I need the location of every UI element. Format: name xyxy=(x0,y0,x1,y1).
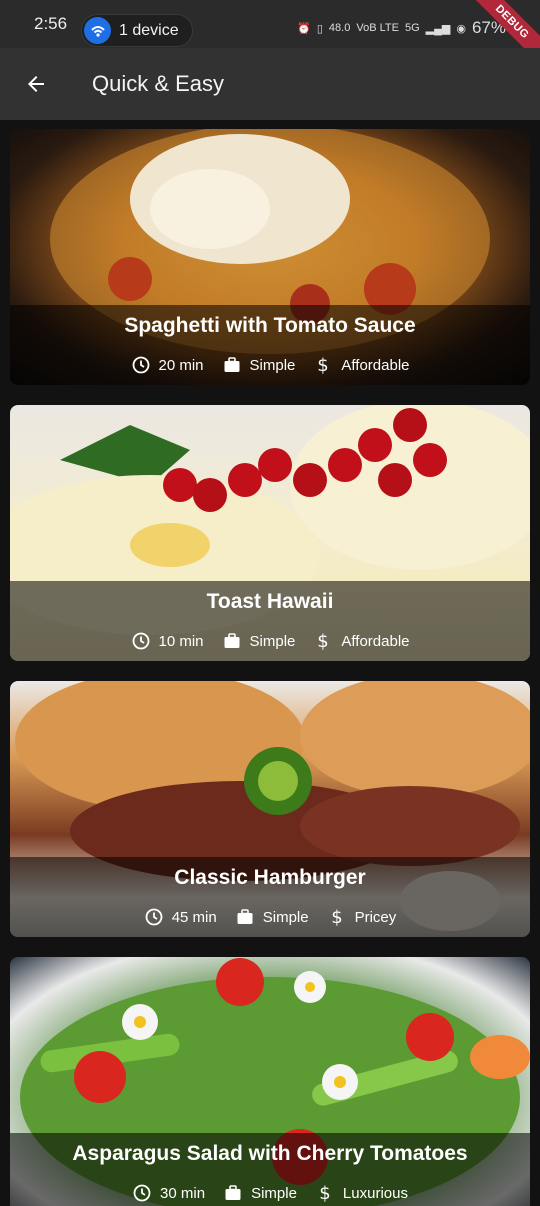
attach-money-icon: $ xyxy=(315,1183,335,1203)
meal-duration-text: 20 min xyxy=(158,356,204,374)
meal-title: Classic Hamburger xyxy=(174,866,366,889)
battery-ring-icon: ◉ xyxy=(456,22,466,35)
svg-text:$: $ xyxy=(319,1183,330,1203)
meal-affordability-text: Affordable xyxy=(341,356,410,374)
meal-complexity: Simple xyxy=(235,907,309,927)
svg-text:$: $ xyxy=(331,907,342,927)
meal-duration-text: 30 min xyxy=(160,1184,206,1202)
signal-icon: ▂▄▆ xyxy=(425,22,451,35)
meal-card[interactable]: Toast Hawaii 10 min Simple $ Affordable xyxy=(10,405,530,661)
meal-complexity-text: Simple xyxy=(262,908,309,926)
meal-complexity: Simple xyxy=(223,1183,297,1203)
meal-complexity: Simple xyxy=(222,355,296,375)
meal-complexity-text: Simple xyxy=(249,356,296,374)
page-title: Quick & Easy xyxy=(92,71,225,96)
attach-money-icon: $ xyxy=(313,631,333,651)
meal-title: Toast Hawaii xyxy=(206,590,334,613)
work-icon xyxy=(222,355,242,375)
work-icon xyxy=(222,631,242,651)
meal-meta: 30 min Simple $ Luxurious xyxy=(10,1183,530,1203)
meal-title: Asparagus Salad with Cherry Tomatoes xyxy=(72,1142,468,1165)
meal-list: Spaghetti with Tomato Sauce 20 min Simpl… xyxy=(10,129,530,1206)
meal-complexity-text: Simple xyxy=(251,1184,297,1202)
meal-affordability-text: Luxurious xyxy=(342,1184,408,1202)
meal-duration: 10 min xyxy=(131,631,204,651)
connected-device-chip[interactable]: 1 device xyxy=(81,14,193,47)
meal-complexity: Simple xyxy=(222,631,296,651)
meal-affordability: $ Luxurious xyxy=(315,1183,408,1203)
meal-duration: 45 min xyxy=(144,907,217,927)
meal-affordability: $ Pricey xyxy=(327,907,397,927)
work-icon xyxy=(223,1183,243,1203)
meal-duration: 30 min xyxy=(132,1183,205,1203)
network-speed: 48.0 xyxy=(328,22,351,34)
meal-card[interactable]: Spaghetti with Tomato Sauce 20 min Simpl… xyxy=(10,129,530,385)
meal-affordability-text: Affordable xyxy=(341,632,410,650)
five-g-label: 5G xyxy=(404,22,420,34)
schedule-icon xyxy=(131,355,151,375)
svg-text:$: $ xyxy=(318,355,329,375)
meal-complexity-text: Simple xyxy=(249,632,296,650)
status-indicators: ⏰ ▯ 48.0 VoB LTE 5G ▂▄▆ ◉ 67% xyxy=(297,18,506,38)
status-bar: 2:56 1 device ⏰ ▯ 48.0 VoB LTE 5G ▂▄▆ ◉ … xyxy=(0,0,540,69)
meal-caption: Asparagus Salad with Cherry Tomatoes 30 … xyxy=(10,1133,530,1206)
schedule-icon xyxy=(132,1183,152,1203)
meal-duration-text: 10 min xyxy=(158,632,204,650)
app-bar: Quick & Easy xyxy=(0,48,540,120)
meal-duration: 20 min xyxy=(131,355,204,375)
meal-meta: 45 min Simple $ Pricey xyxy=(10,907,530,927)
wifi-sync-icon xyxy=(84,17,111,44)
attach-money-icon: $ xyxy=(313,355,333,375)
meal-affordability: $ Affordable xyxy=(313,355,410,375)
alarm-icon: ⏰ xyxy=(297,22,311,35)
svg-text:$: $ xyxy=(318,631,329,651)
meal-caption: Toast Hawaii 10 min Simple $ Affordable xyxy=(10,581,530,661)
meal-caption: Classic Hamburger 45 min Simple $ Pricey xyxy=(10,857,530,937)
meal-affordability: $ Affordable xyxy=(313,631,410,651)
device-label: 1 device xyxy=(119,21,179,39)
meal-card[interactable]: Asparagus Salad with Cherry Tomatoes 30 … xyxy=(10,957,530,1206)
status-time: 2:56 xyxy=(34,14,68,33)
meal-card[interactable]: Classic Hamburger 45 min Simple $ Pricey xyxy=(10,681,530,937)
schedule-icon xyxy=(144,907,164,927)
arrow-back-icon xyxy=(28,76,44,92)
vibrate-icon: ▯ xyxy=(316,22,323,35)
meal-duration-text: 45 min xyxy=(171,908,217,926)
meal-caption: Spaghetti with Tomato Sauce 20 min Simpl… xyxy=(10,305,530,385)
meal-meta: 20 min Simple $ Affordable xyxy=(10,355,530,375)
meal-meta: 10 min Simple $ Affordable xyxy=(10,631,530,651)
sim-label: VoB LTE xyxy=(356,22,399,34)
schedule-icon xyxy=(131,631,151,651)
attach-money-icon: $ xyxy=(327,907,347,927)
meal-title: Spaghetti with Tomato Sauce xyxy=(124,314,416,337)
meal-affordability-text: Pricey xyxy=(354,908,397,926)
back-button[interactable] xyxy=(13,61,59,107)
work-icon xyxy=(235,907,255,927)
